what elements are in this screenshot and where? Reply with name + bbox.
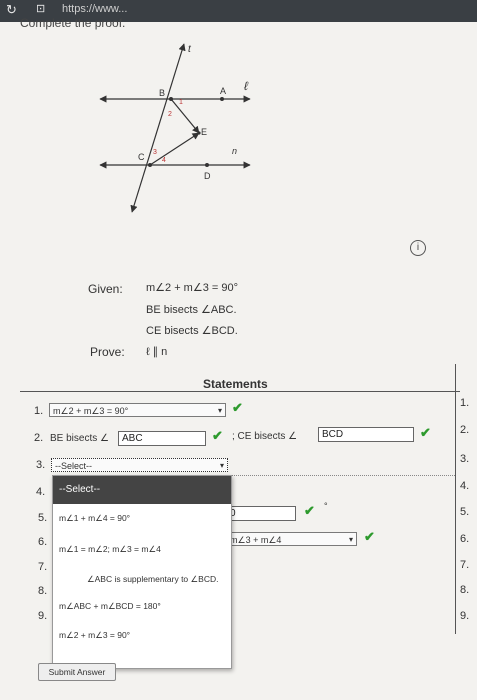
ray-ce bbox=[149, 132, 200, 166]
step-number: 8. bbox=[38, 585, 48, 597]
step-number: 3. bbox=[36, 459, 46, 471]
chevron-down-icon: ▾ bbox=[217, 406, 222, 415]
transversal-t bbox=[130, 43, 186, 213]
label-b: B bbox=[159, 88, 165, 98]
tab-icon[interactable]: ⊡ bbox=[36, 2, 45, 15]
check-icon: ✔ bbox=[364, 529, 375, 544]
row-number: 8. bbox=[460, 584, 470, 596]
step-number: 5. bbox=[38, 512, 48, 524]
dropdown-option[interactable]: ∠ABC is supplementary to ∠BCD. bbox=[87, 574, 218, 585]
geometry-figure: t B A ℓ E n C D 1 2 3 4 bbox=[99, 43, 251, 213]
given-line-1: m∠2 + m∠3 = 90° bbox=[146, 282, 238, 294]
reload-icon[interactable]: ↻ bbox=[6, 2, 17, 18]
angle-2: 2 bbox=[168, 111, 172, 118]
ray-be bbox=[170, 98, 200, 134]
statement-5-input[interactable]: 0 bbox=[226, 506, 296, 521]
dropdown-option[interactable]: m∠ABC + m∠BCD = 180° bbox=[59, 601, 161, 612]
page: Complete the proof. t B A ℓ E n C D 1 2 … bbox=[0, 16, 477, 700]
given-line-2: BE bisects ∠ABC. bbox=[146, 304, 237, 316]
step-number: 7. bbox=[38, 561, 48, 573]
chevron-down-icon: ▾ bbox=[219, 461, 224, 470]
statement-6-value: m∠3 + m∠4 bbox=[230, 535, 282, 545]
step-number: 1. bbox=[34, 405, 44, 417]
statement-3-select[interactable]: --Select-- ▾ bbox=[51, 458, 228, 472]
label-l: ℓ bbox=[244, 79, 249, 93]
angle-4: 4 bbox=[162, 157, 166, 164]
table-top-border bbox=[20, 391, 460, 392]
url-text[interactable]: https://www... bbox=[62, 3, 127, 15]
degree-mark: ° bbox=[324, 501, 328, 511]
step-number: 4. bbox=[36, 486, 46, 498]
dropdown-option-placeholder[interactable]: --Select-- bbox=[53, 476, 231, 504]
step-number: 2. bbox=[34, 432, 44, 444]
dropdown-option[interactable]: m∠1 = m∠2; m∠3 = m∠4 bbox=[59, 544, 161, 555]
table-right-border bbox=[455, 364, 456, 634]
submit-answer-button[interactable]: Submit Answer bbox=[38, 663, 116, 681]
row-number: 3. bbox=[460, 453, 470, 465]
chevron-down-icon: ▾ bbox=[348, 535, 353, 544]
step-number: 9. bbox=[38, 610, 48, 622]
point-b bbox=[169, 97, 173, 101]
statement-1-value: m∠2 + m∠3 = 90° bbox=[53, 406, 129, 416]
label-a: A bbox=[220, 86, 226, 96]
statement-6-select[interactable]: m∠3 + m∠4 ▾ bbox=[226, 532, 357, 546]
statement-3-value: --Select-- bbox=[55, 461, 93, 471]
prove-label: Prove: bbox=[90, 345, 125, 359]
angle-3: 3 bbox=[153, 149, 157, 156]
row-number: 4. bbox=[460, 480, 470, 492]
check-icon: ✔ bbox=[304, 503, 315, 518]
point-d bbox=[205, 163, 209, 167]
select-dropdown-menu[interactable]: --Select-- m∠1 + m∠4 = 90° m∠1 = m∠2; m∠… bbox=[52, 475, 232, 669]
given-label: Given: bbox=[88, 282, 123, 296]
info-icon[interactable]: i bbox=[410, 240, 426, 256]
dropdown-option[interactable]: m∠1 + m∠4 = 90° bbox=[59, 513, 130, 524]
statement-2-input-2[interactable]: BCD bbox=[318, 427, 414, 442]
statement-2-mid: ; CE bisects ∠ bbox=[232, 431, 298, 442]
row-number: 1. bbox=[460, 397, 470, 409]
point-c bbox=[148, 163, 152, 167]
row-number: 9. bbox=[460, 610, 470, 622]
label-t: t bbox=[188, 44, 192, 55]
step-number: 6. bbox=[38, 536, 48, 548]
statements-header: Statements bbox=[203, 377, 268, 391]
statement-2-input-1[interactable]: ABC bbox=[118, 431, 206, 446]
row-divider bbox=[230, 475, 455, 476]
given-line-3: CE bisects ∠BCD. bbox=[146, 325, 238, 337]
angle-1: 1 bbox=[179, 99, 183, 106]
check-icon: ✔ bbox=[420, 425, 431, 440]
point-a bbox=[220, 97, 224, 101]
label-d: D bbox=[204, 171, 211, 181]
row-number: 2. bbox=[460, 424, 470, 436]
row-number: 5. bbox=[460, 506, 470, 518]
check-icon: ✔ bbox=[212, 428, 223, 443]
label-e: E bbox=[201, 127, 207, 137]
statement-2-prefix: BE bisects ∠ bbox=[50, 433, 109, 444]
label-c: C bbox=[138, 152, 145, 162]
row-number: 7. bbox=[460, 559, 470, 571]
check-icon: ✔ bbox=[232, 400, 243, 415]
statement-1-select[interactable]: m∠2 + m∠3 = 90° ▾ bbox=[49, 403, 226, 417]
label-n: n bbox=[232, 146, 237, 156]
prove-statement: ℓ ∥ n bbox=[146, 346, 168, 358]
row-number: 6. bbox=[460, 533, 470, 545]
dropdown-option[interactable]: m∠2 + m∠3 = 90° bbox=[59, 630, 130, 641]
